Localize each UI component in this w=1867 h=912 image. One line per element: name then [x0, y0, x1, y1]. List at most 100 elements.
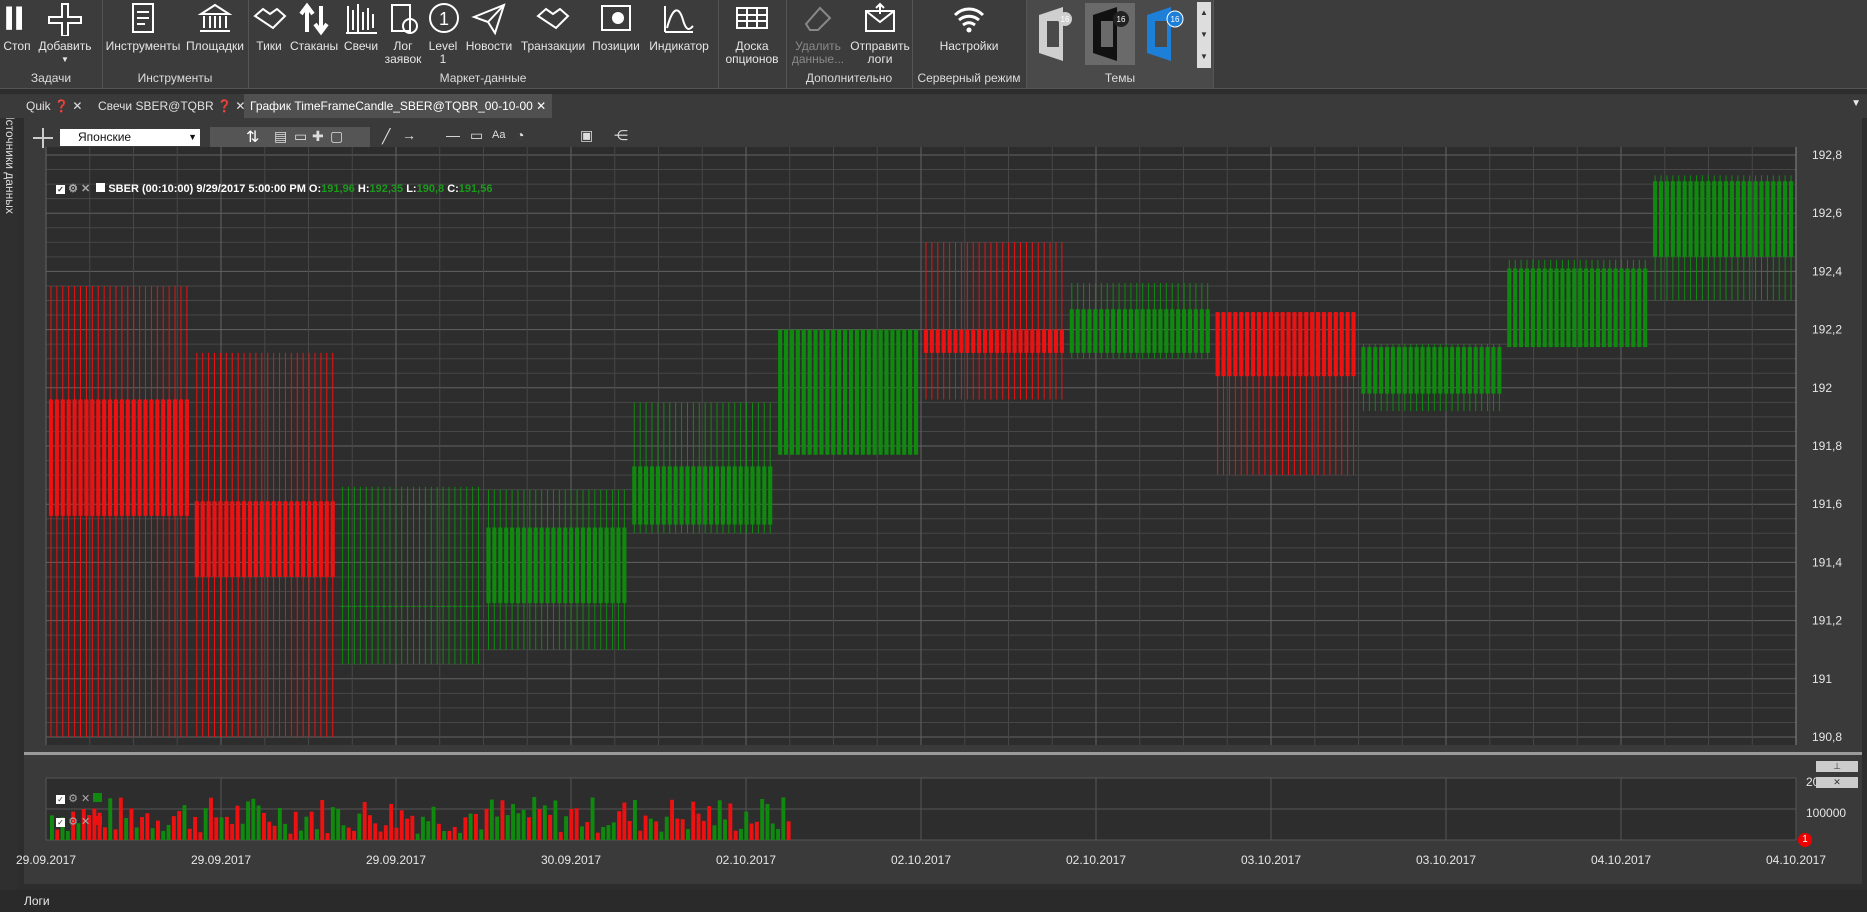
transactions-label: Транзакции	[520, 39, 586, 53]
rect-tool-icon[interactable]: ▭	[470, 127, 483, 144]
transactions-button[interactable]: Транзакции	[520, 2, 586, 53]
close-pane-icon[interactable]: ✕	[1816, 777, 1858, 788]
group-server: Настройки Серверный режим	[912, 0, 1027, 88]
stop-button[interactable]: Стоп	[2, 2, 32, 53]
legend-checkbox[interactable]: ✓	[56, 795, 65, 804]
stop-label: Стоп	[3, 39, 31, 53]
ticks-label: Тики	[256, 39, 282, 53]
delete-data-label: Удалить данные...	[791, 39, 845, 66]
eraser-icon	[804, 6, 832, 31]
crosshair-icon[interactable]: ✚	[312, 128, 324, 145]
legend-checkbox[interactable]: ✓	[56, 818, 65, 827]
close-icon[interactable]: ✕	[536, 99, 546, 113]
settings-button[interactable]: Настройки	[932, 2, 1006, 53]
page-icon[interactable]: ▭	[294, 128, 307, 145]
svg-text:1: 1	[439, 9, 449, 29]
news-button[interactable]: Новости	[464, 2, 514, 53]
send-logs-button[interactable]: Отправить логи	[850, 2, 910, 66]
pause-icon	[6, 6, 22, 30]
tab-candles[interactable]: Свечи SBER@TQBR ❓ ✕	[92, 94, 251, 118]
ticks-button[interactable]: Тики	[252, 2, 287, 53]
plus-icon	[48, 3, 82, 36]
share-icon[interactable]: ⋲	[614, 127, 628, 144]
depth-button[interactable]: Стаканы	[290, 2, 338, 53]
gear-icon[interactable]: ⚙	[68, 793, 78, 805]
group-market-data: Тики Стаканы Свечи Лог заявок 1 Level 1 …	[248, 0, 719, 88]
candles-icon	[346, 4, 377, 34]
close-icon[interactable]: ✕	[81, 793, 90, 805]
theme-blue-option[interactable]: 16	[1139, 3, 1189, 65]
legend-open: 191,96	[321, 183, 355, 195]
level1-label: Level 1	[428, 39, 458, 66]
gear-icon[interactable]: ⚙	[68, 816, 78, 828]
positions-button[interactable]: Позиции	[590, 2, 642, 53]
gauge-icon[interactable]: ◔	[516, 127, 524, 143]
instruments-button[interactable]: Инструменты	[104, 2, 182, 53]
group-label-themes: Темы	[1104, 71, 1136, 85]
help-icon[interactable]: ❓	[54, 99, 69, 113]
option-desk-button[interactable]: Доска опционов	[722, 2, 782, 66]
venues-label: Площадки	[186, 39, 244, 53]
venues-button[interactable]: Площадки	[184, 2, 246, 53]
chart-panel	[24, 118, 1862, 884]
theme-dark-option[interactable]: 16	[1085, 3, 1135, 65]
delete-data-button[interactable]: Удалить данные...	[790, 2, 846, 66]
table-icon[interactable]: ▤	[274, 128, 287, 145]
logs-panel[interactable]: Логи	[0, 890, 1867, 912]
data-sources-panel[interactable]: Источники данных	[0, 94, 18, 894]
candles-button[interactable]: Свечи	[342, 2, 380, 53]
save-icon[interactable]: ▣	[580, 127, 593, 144]
legend-datetime: 9/29/2017 5:00:00 PM	[196, 183, 306, 195]
positions-icon	[601, 5, 631, 31]
expand-icon[interactable]: ▼	[1197, 46, 1211, 68]
level1-button[interactable]: 1 Level 1	[426, 2, 460, 66]
tab-quik[interactable]: Quik ❓ ✕	[20, 94, 88, 118]
volume-legend-2: ✓ ⚙ ✕	[56, 815, 103, 828]
tab-candles-label: Свечи SBER@TQBR	[98, 99, 214, 113]
chevron-down-icon[interactable]: ▼	[1197, 24, 1211, 46]
order-log-button[interactable]: Лог заявок	[384, 2, 422, 66]
help-icon[interactable]: ❓	[217, 99, 232, 113]
group-themes: 16 16 16 ▲ ▼ ▼ Темы	[1027, 0, 1214, 88]
close-icon[interactable]: ✕	[72, 99, 82, 113]
paper-plane-icon	[471, 3, 506, 36]
line-tool-icon[interactable]: ╱	[382, 128, 390, 145]
group-options: Доска опционов	[718, 0, 787, 88]
add-label: Добавить	[38, 39, 92, 53]
bank-icon	[197, 3, 233, 32]
news-label: Новости	[465, 39, 513, 53]
chart-style-select[interactable]: Японские ▼	[60, 129, 200, 146]
chevron-up-icon[interactable]: ▲	[1197, 2, 1211, 24]
legend-open-label: O:	[308, 183, 322, 195]
theme-scroll[interactable]: ▲ ▼ ▼	[1197, 2, 1211, 68]
order-log-icon	[391, 4, 418, 34]
indicator-icon	[664, 6, 694, 33]
close-icon[interactable]: ✕	[81, 183, 90, 195]
text-tool-icon[interactable]: Aa	[492, 129, 505, 141]
instruments-icon	[132, 3, 154, 33]
chart-style-value: Японские	[78, 130, 132, 144]
notification-badge[interactable]: 1	[1798, 833, 1812, 847]
chart-toolbar: Японские ▼ ⇅ ▤ ▭ ✚ ▢ ╱ → — ▭ Aa ◔ ▣ ⋲	[24, 124, 1862, 152]
office-dark-icon: 16	[1093, 7, 1129, 61]
tab-chart[interactable]: График TimeFrameCandle_SBER@TQBR_00-10-0…	[244, 94, 553, 118]
group-additional: Удалить данные... Отправить логи Дополни…	[786, 0, 913, 88]
tab-quik-label: Quik	[26, 99, 51, 113]
level1-icon: 1	[429, 3, 459, 33]
pin-icon[interactable]: ⊥	[1816, 761, 1858, 772]
indicator-button[interactable]: Индикатор	[646, 2, 712, 53]
theme-version-2: 16	[1171, 15, 1180, 24]
sort-arrows-icon[interactable]: ⇅	[246, 127, 259, 147]
close-icon[interactable]: ✕	[81, 816, 90, 828]
gear-icon[interactable]: ⚙	[68, 183, 78, 195]
arrow-tool-icon[interactable]: →	[402, 127, 416, 143]
hline-tool-icon[interactable]: —	[446, 127, 460, 143]
order-log-label: Лог заявок	[384, 39, 422, 66]
tab-menu-icon[interactable]: ▼	[1851, 98, 1861, 109]
legend-checkbox[interactable]: ✓	[56, 185, 65, 194]
envelope-icon	[865, 2, 895, 32]
add-button[interactable]: Добавить ▼	[36, 2, 94, 66]
series-color-swatch	[96, 183, 106, 192]
theme-light-option[interactable]: 16	[1031, 3, 1081, 65]
comment-icon[interactable]: ▢	[330, 128, 343, 145]
